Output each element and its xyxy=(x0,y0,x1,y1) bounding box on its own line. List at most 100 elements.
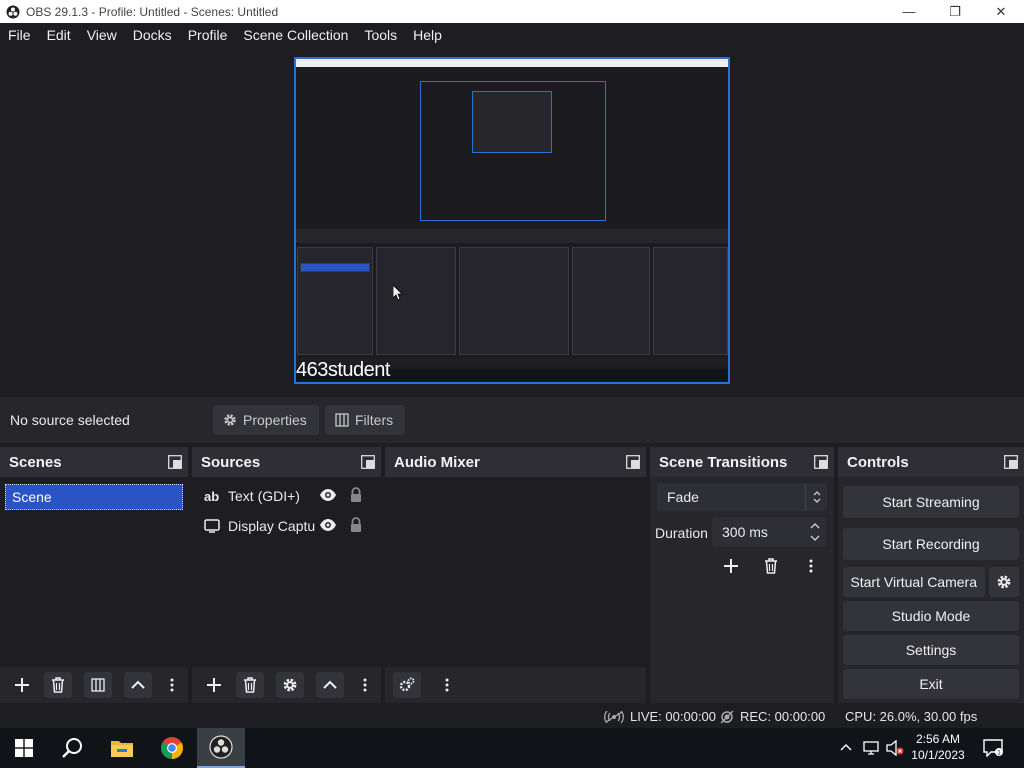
menu-edit[interactable]: Edit xyxy=(39,23,79,47)
add-scene-button[interactable] xyxy=(8,672,36,698)
exit-button[interactable]: Exit xyxy=(843,669,1019,699)
status-bar: LIVE: 00:00:00 REC: 00:00:00 CPU: 26.0%,… xyxy=(0,703,1024,728)
minimize-button[interactable]: — xyxy=(886,0,932,23)
source-label: Display Captur xyxy=(228,518,316,534)
mixer-more-button[interactable] xyxy=(439,672,455,698)
monitor-icon xyxy=(204,519,226,533)
move-source-up-button[interactable] xyxy=(316,672,344,698)
rec-timer: REC: 00:00:00 xyxy=(740,709,826,724)
visibility-eye-icon[interactable] xyxy=(319,488,337,502)
menu-profile[interactable]: Profile xyxy=(180,23,236,47)
scenes-toolbar xyxy=(0,667,188,703)
search-icon xyxy=(62,738,82,758)
add-transition-button[interactable] xyxy=(716,553,746,579)
transition-more-button[interactable] xyxy=(796,553,826,579)
lock-icon[interactable] xyxy=(349,517,363,533)
start-streaming-button[interactable]: Start Streaming xyxy=(843,486,1019,518)
undock-icon[interactable] xyxy=(1004,455,1018,469)
sources-toolbar xyxy=(192,667,381,703)
nested-sourcebar xyxy=(296,229,728,243)
scenes-dock-header: Scenes xyxy=(0,447,188,477)
mouse-cursor-icon xyxy=(393,285,403,301)
scenes-dock: Scenes Scene xyxy=(0,447,188,703)
windows-taskbar: 2:56 AM 10/1/2023 1 xyxy=(0,728,1024,768)
scene-filters-button[interactable] xyxy=(84,672,112,698)
source-properties-button[interactable] xyxy=(276,672,304,698)
remove-transition-button[interactable] xyxy=(756,553,786,579)
remove-source-button[interactable] xyxy=(236,672,264,698)
maximize-button[interactable]: ❐ xyxy=(932,0,978,23)
studio-mode-button[interactable]: Studio Mode xyxy=(843,601,1019,631)
chrome-button[interactable] xyxy=(148,728,196,768)
remove-scene-button[interactable] xyxy=(44,672,72,698)
settings-button[interactable]: Settings xyxy=(843,635,1019,665)
kebab-menu-icon xyxy=(170,678,174,692)
transition-select[interactable]: Fade xyxy=(657,483,827,511)
add-source-button[interactable] xyxy=(200,672,228,698)
start-recording-button[interactable]: Start Recording xyxy=(843,528,1019,560)
live-status: LIVE: 00:00:00 xyxy=(604,709,716,724)
obs-logo-icon xyxy=(6,5,20,18)
scenes-list[interactable]: Scene xyxy=(0,477,188,667)
trash-icon xyxy=(244,677,256,693)
scene-list-item[interactable]: Scene xyxy=(5,484,183,510)
spin-arrows-icon[interactable] xyxy=(808,519,822,545)
preview-area[interactable]: 463student xyxy=(0,47,1024,397)
controls-dock: Controls Start Streaming Start Recording… xyxy=(838,447,1024,703)
cpu-fps-readout: CPU: 26.0%, 30.00 fps xyxy=(845,709,978,724)
menu-docks[interactable]: Docks xyxy=(125,23,180,47)
move-scene-up-button[interactable] xyxy=(124,672,152,698)
gears-icon xyxy=(399,677,415,692)
nested-titlebar xyxy=(296,59,728,67)
transition-selected-value: Fade xyxy=(667,489,699,505)
properties-button[interactable]: Properties xyxy=(213,405,319,435)
audio-mixer-dock-header: Audio Mixer xyxy=(385,447,646,477)
source-status: No source selected xyxy=(10,412,130,428)
visibility-eye-icon[interactable] xyxy=(319,518,337,532)
file-explorer-button[interactable] xyxy=(98,728,146,768)
menu-tools[interactable]: Tools xyxy=(356,23,405,47)
scenes-more-button[interactable] xyxy=(164,672,180,698)
menu-help[interactable]: Help xyxy=(405,23,450,47)
plus-icon xyxy=(207,678,221,692)
source-item-display-capture[interactable]: Display Captur xyxy=(192,513,381,539)
kebab-menu-icon xyxy=(809,559,813,573)
scene-transitions-dock-header: Scene Transitions xyxy=(650,447,834,477)
volume-muted-icon[interactable] xyxy=(886,740,904,756)
obs-taskbar-button[interactable] xyxy=(197,728,245,768)
undock-icon[interactable] xyxy=(361,455,375,469)
duration-spinbox[interactable]: 300 ms xyxy=(712,517,826,547)
start-virtual-camera-button[interactable]: Start Virtual Camera xyxy=(843,567,985,597)
network-icon[interactable] xyxy=(863,740,879,756)
menu-scene-collection[interactable]: Scene Collection xyxy=(235,23,356,47)
taskbar-search-button[interactable] xyxy=(48,728,96,768)
sources-list[interactable]: ab Text (GDI+) Display Captur xyxy=(192,477,381,667)
undock-icon[interactable] xyxy=(626,455,640,469)
filters-button[interactable]: Filters xyxy=(325,405,405,435)
start-button[interactable] xyxy=(0,728,48,768)
duration-value: 300 ms xyxy=(722,524,768,540)
nested-preview-inner xyxy=(472,91,552,153)
kebab-menu-icon xyxy=(445,678,449,692)
virtual-camera-settings-button[interactable] xyxy=(989,567,1019,597)
close-button[interactable]: ✕ xyxy=(978,0,1024,23)
menu-view[interactable]: View xyxy=(79,23,125,47)
advanced-audio-properties-button[interactable] xyxy=(393,672,421,698)
rec-status: REC: 00:00:00 xyxy=(720,709,825,724)
filters-label: Filters xyxy=(355,412,394,428)
taskbar-clock[interactable]: 2:56 AM 10/1/2023 xyxy=(910,731,966,763)
undock-icon[interactable] xyxy=(168,455,182,469)
preview-canvas[interactable]: 463student xyxy=(294,57,730,384)
source-item-text[interactable]: ab Text (GDI+) xyxy=(192,483,381,509)
sources-more-button[interactable] xyxy=(357,672,373,698)
menu-file[interactable]: File xyxy=(0,23,39,47)
lock-icon[interactable] xyxy=(349,487,363,503)
properties-label: Properties xyxy=(243,412,307,428)
plus-icon xyxy=(15,678,29,692)
notifications-icon[interactable]: 1 xyxy=(983,739,1003,757)
undock-icon[interactable] xyxy=(814,455,828,469)
duration-label: Duration xyxy=(655,525,708,541)
tray-overflow-chevron-icon[interactable] xyxy=(840,743,852,751)
kebab-menu-icon xyxy=(363,678,367,692)
controls-dock-header: Controls xyxy=(838,447,1024,477)
